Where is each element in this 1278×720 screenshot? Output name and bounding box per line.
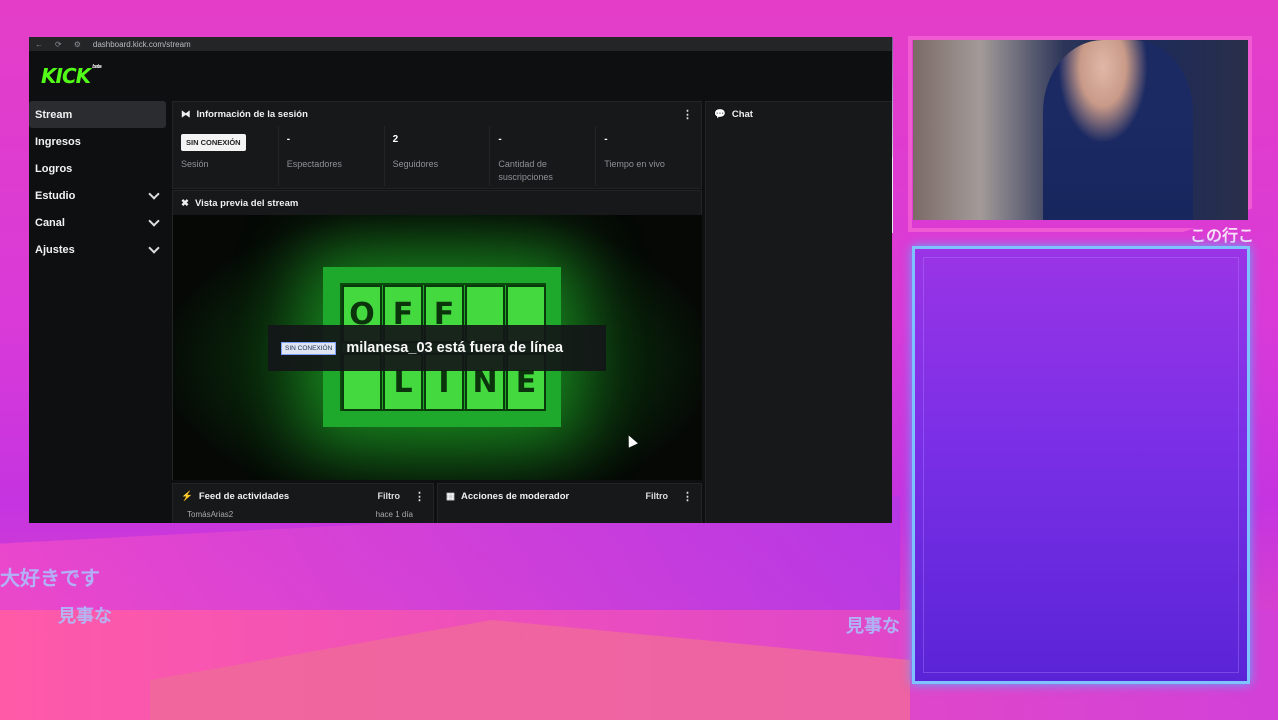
feed-user: TomásArias2 <box>187 510 234 519</box>
offline-badge: SIN CONEXIÓN <box>181 134 246 151</box>
panel-title: Chat <box>731 108 753 120</box>
panel-title: Acciones de moderador <box>460 490 570 502</box>
stream-preview-panel: ✖ Vista previa del stream O F F L I N E <box>172 190 702 480</box>
panel-header: ⧓ Información de la sesión ⋮ <box>173 102 701 126</box>
session-info-panel: ⧓ Información de la sesión ⋮ SIN CONEXIÓ… <box>172 101 702 189</box>
sidebar-item-label: Ingresos <box>35 135 81 148</box>
stat-value: - <box>604 134 608 145</box>
panel-header: ▦ Acciones de moderador Filtro ⋮ <box>438 484 701 508</box>
back-icon[interactable]: ← <box>35 40 43 49</box>
stat-viewers: - Espectadores <box>279 126 385 186</box>
session-icon: ⧓ <box>181 108 191 120</box>
address-bar[interactable]: ← ⟳ ⚙ dashboard.kick.com/stream <box>29 37 892 51</box>
stat-label: Tiempo en vivo <box>604 159 665 169</box>
stat-value: - <box>498 134 502 145</box>
moderator-actions-panel: ▦ Acciones de moderador Filtro ⋮ <box>437 483 702 523</box>
panel-title: Información de la sesión <box>196 108 308 120</box>
offline-tag: SIN CONEXIÓN <box>281 341 337 355</box>
stat-label: Espectadores <box>286 159 342 169</box>
stat-live-time: - Tiempo en vivo <box>596 126 701 186</box>
kick-logo[interactable]: KICK beta <box>41 64 102 88</box>
sidebar-item-label: Canal <box>35 216 65 229</box>
stat-label: Sesión <box>181 159 209 169</box>
mouse-cursor-icon <box>624 433 638 448</box>
panel-header: 💬 Chat <box>706 102 892 126</box>
offline-message-text: milanesa_03 está fuera de línea <box>346 340 564 356</box>
sidebar-item-logros[interactable]: Logros <box>29 155 170 182</box>
overlay-japanese-text: 大好きです <box>0 566 100 590</box>
lightning-icon: ⚡ <box>181 490 193 502</box>
sidebar-item-label: Ajustes <box>35 243 75 256</box>
stat-followers: 2 Seguidores <box>385 126 491 186</box>
chat-icon: 💬 <box>714 108 726 120</box>
panel-header: ⚡ Feed de actividades Filtro ⋮ <box>173 484 433 508</box>
filter-button[interactable]: Filtro <box>646 491 669 501</box>
more-options-icon[interactable]: ⋮ <box>414 490 425 503</box>
sidebar-item-label: Estudio <box>35 189 76 202</box>
feed-meta: hace 1 día <box>375 510 413 519</box>
overlay-japanese-text: 見事な <box>846 616 900 637</box>
sidebar: Stream Ingresos Logros Estudio Canal Aju… <box>29 101 170 263</box>
sidebar-item-label: Stream <box>35 108 73 121</box>
stream-preview[interactable]: O F F L I N E SIN CONEXIÓN milanesa_03 e… <box>173 215 702 480</box>
shield-icon: ▦ <box>446 490 455 502</box>
browser-window: ← ⟳ ⚙ dashboard.kick.com/stream KICK beta… <box>29 37 892 523</box>
chevron-down-icon <box>148 214 160 227</box>
site-settings-icon[interactable]: ⚙ <box>74 40 81 49</box>
url-text[interactable]: dashboard.kick.com/stream <box>93 40 191 49</box>
sidebar-item-ajustes[interactable]: Ajustes <box>29 236 170 263</box>
stat-value: 2 <box>392 134 399 145</box>
offline-message: SIN CONEXIÓN milanesa_03 está fuera de l… <box>268 325 606 371</box>
sidebar-item-stream[interactable]: Stream <box>29 101 166 128</box>
activity-feed-panel: ⚡ Feed de actividades Filtro ⋮ TomásAria… <box>172 483 434 523</box>
sidebar-item-ingresos[interactable]: Ingresos <box>29 128 170 155</box>
chat-panel: 💬 Chat <box>705 101 892 523</box>
sidebar-item-canal[interactable]: Canal <box>29 209 170 236</box>
panel-header: ✖ Vista previa del stream <box>173 191 701 215</box>
more-options-icon[interactable]: ⋮ <box>682 108 693 121</box>
panel-title: Feed de actividades <box>198 490 290 502</box>
reload-icon[interactable]: ⟳ <box>55 40 62 49</box>
list-item[interactable]: TomásArias2 hace 1 día <box>173 510 433 519</box>
chevron-down-icon <box>148 187 160 200</box>
sidebar-item-label: Logros <box>35 162 73 175</box>
stat-value: - <box>286 134 291 145</box>
chat-overlay-box <box>912 246 1250 684</box>
preview-icon: ✖ <box>181 197 189 209</box>
chevron-down-icon <box>148 241 160 254</box>
overlay-japanese-text: 見事な <box>58 606 112 627</box>
panel-title: Vista previa del stream <box>194 197 299 209</box>
stat-label: Cantidad de suscripciones <box>498 159 553 182</box>
top-bar: KICK beta <box>29 51 892 101</box>
sidebar-item-estudio[interactable]: Estudio <box>29 182 170 209</box>
session-stats: SIN CONEXIÓN Sesión - Espectadores 2 Seg… <box>173 126 701 186</box>
stat-session: SIN CONEXIÓN Sesión <box>173 126 279 186</box>
stat-label: Seguidores <box>392 159 439 169</box>
more-options-icon[interactable]: ⋮ <box>682 490 693 503</box>
webcam-frame <box>908 36 1252 232</box>
filter-button[interactable]: Filtro <box>378 491 401 501</box>
stat-subscriptions: - Cantidad de suscripciones <box>490 126 597 186</box>
